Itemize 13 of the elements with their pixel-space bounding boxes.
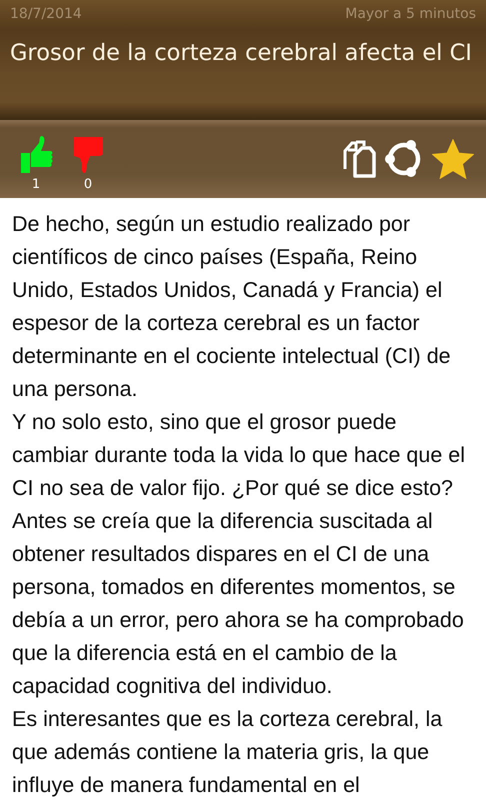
thumbs-up-icon[interactable] bbox=[19, 134, 53, 174]
article-paragraph: Antes se creía que la diferencia suscitada al obtener resultados dispares en el CI de una persona, tomados en diferentes momentos, se debía a un error, pero ahora se ha comprobado que la diferencia está en el cambio de la capacidad cognitiva del individuo. bbox=[12, 508, 465, 700]
article-paragraph: De hecho, según un estudio realizado por científicos de cinco países (España, Reino Unido, Estados Unidos, Canadá y Francia) el espesor de la corteza cerebral es un factor determinante en el cociente intelectual (CI) de una persona. bbox=[12, 211, 452, 403]
article-paragraph: Y no solo esto, sino que el grosor puede cambiar durante toda la vida lo que hace que el CI no sea de valor fijo. ¿Por qué se dice esto? bbox=[12, 409, 466, 502]
star-icon[interactable] bbox=[432, 139, 474, 179]
reading-time: Mayor a 5 minutos bbox=[345, 6, 476, 22]
copy-icon[interactable] bbox=[342, 139, 376, 179]
article-paragraph: Es interesantes que es la corteza cerebral, la que además contiene la materia gris, la que influye de manera fundamental en el bbox=[12, 706, 444, 799]
dislike-count: 0 bbox=[84, 176, 92, 192]
date: 18/7/2014 bbox=[10, 6, 82, 22]
thumbs-down-icon[interactable] bbox=[71, 134, 105, 174]
like-count: 1 bbox=[32, 176, 40, 192]
article-title: Grosor de la corteza cerebral afecta el CI bbox=[10, 40, 473, 66]
